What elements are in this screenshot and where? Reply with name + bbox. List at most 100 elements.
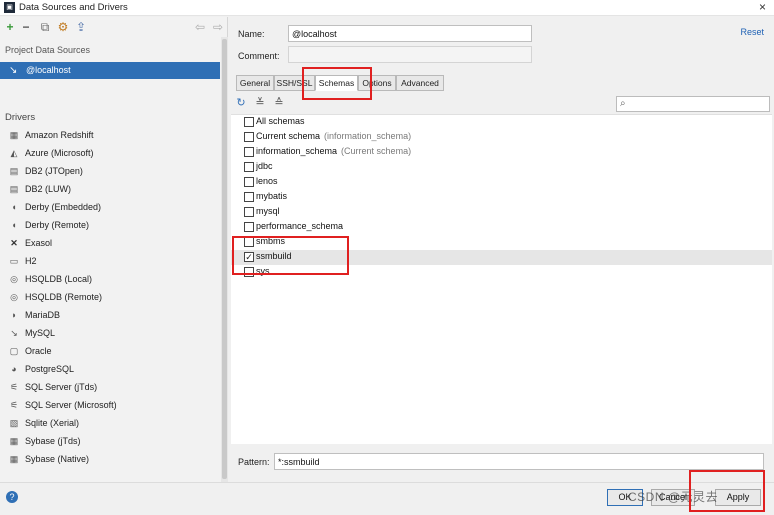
driver-label: PostgreSQL (25, 364, 75, 374)
schema-row[interactable]: mysql (231, 205, 772, 220)
schema-checkbox-checked[interactable]: ✓ (244, 252, 254, 262)
schema-checkbox[interactable] (244, 207, 254, 217)
schema-checkbox[interactable] (244, 132, 254, 142)
title-bar: ▣ Data Sources and Drivers × (0, 0, 774, 16)
duplicate-icon[interactable]: ⧉ (38, 20, 52, 34)
collapse-all-icon[interactable]: ≙ (273, 97, 285, 109)
remove-icon[interactable]: − (19, 20, 33, 34)
driver-item[interactable]: ◎ HSQLDB (Local) (0, 271, 220, 289)
schema-row-selected[interactable]: ✓ ssmbuild (231, 250, 772, 265)
schema-name-wrap: information_schema (Current schema) (256, 146, 411, 156)
driver-item[interactable]: ◕ PostgreSQL (0, 361, 220, 379)
watermark-text: CSDN @元灵去 (628, 490, 719, 504)
name-label: Name: (238, 29, 265, 39)
schema-checkbox[interactable] (244, 147, 254, 157)
driver-label: SQL Server (Microsoft) (25, 400, 117, 410)
driver-item[interactable]: ◭ Azure (Microsoft) (0, 145, 220, 163)
data-source-label: @localhost (26, 65, 71, 75)
driver-item[interactable]: ▤ DB2 (LUW) (0, 181, 220, 199)
pattern-field[interactable] (274, 453, 764, 470)
help-icon[interactable]: ? (6, 491, 18, 503)
schema-checkbox[interactable] (244, 222, 254, 232)
schema-row[interactable]: mybatis (231, 190, 772, 205)
left-scrollbar[interactable] (221, 37, 228, 482)
postgresql-icon: ◕ (11, 364, 17, 374)
forward-icon[interactable]: ⇨ (211, 20, 225, 34)
schema-checkbox[interactable] (244, 237, 254, 247)
schema-checkbox[interactable] (244, 117, 254, 127)
driver-label: MySQL (25, 328, 56, 338)
reset-link[interactable]: Reset (740, 27, 764, 37)
schema-row[interactable]: Current schema (information_schema) (231, 130, 772, 145)
schema-row[interactable]: performance_schema (231, 220, 772, 235)
comment-label: Comment: (238, 51, 280, 61)
sybase-icon: ▦ (9, 454, 19, 464)
schema-checkbox[interactable] (244, 267, 254, 277)
driver-settings-icon[interactable]: ⚙ (56, 20, 70, 34)
driver-item[interactable]: ▧ Sqlite (Xerial) (0, 415, 220, 433)
tab-schemas[interactable]: Schemas (315, 75, 358, 91)
driver-label: Sybase (Native) (25, 454, 90, 464)
driver-item[interactable]: ▤ DB2 (JTOpen) (0, 163, 220, 181)
search-icon: ⌕ (620, 98, 626, 109)
apply-button[interactable]: Apply (715, 489, 761, 506)
schema-list: All schemas Current schema (information_s… (231, 114, 772, 444)
driver-item[interactable]: ⚟ SQL Server (jTds) (0, 379, 220, 397)
name-field[interactable] (288, 25, 532, 42)
schema-row[interactable]: jdbc (231, 160, 772, 175)
schema-row[interactable]: All schemas (231, 115, 772, 130)
derby-icon: ◖ (11, 202, 17, 212)
schema-name: All schemas (256, 116, 305, 126)
driver-label: HSQLDB (Local) (25, 274, 93, 284)
driver-item[interactable]: ◖ Derby (Embedded) (0, 199, 220, 217)
driver-item[interactable]: ⚟ SQL Server (Microsoft) (0, 397, 220, 415)
schema-checkbox[interactable] (244, 177, 254, 187)
close-icon[interactable]: × (759, 0, 766, 14)
comment-field[interactable] (288, 46, 532, 63)
tab-ssh-ssl[interactable]: SSH/SSL (274, 75, 315, 91)
driver-item[interactable]: ▦ Sybase (Native) (0, 451, 220, 469)
driver-label: H2 (25, 256, 37, 266)
schema-checkbox[interactable] (244, 162, 254, 172)
schema-name: performance_schema (256, 221, 344, 231)
driver-item[interactable]: ▭ H2 (0, 253, 220, 271)
driver-item[interactable]: ▦ Sybase (jTds) (0, 433, 220, 451)
driver-item[interactable]: ▦ Amazon Redshift (0, 127, 220, 145)
project-data-sources-label: Project Data Sources (5, 45, 91, 55)
driver-item[interactable]: ↘ MySQL (0, 325, 220, 343)
driver-label: HSQLDB (Remote) (25, 292, 103, 302)
driver-label: Amazon Redshift (25, 130, 94, 140)
back-icon[interactable]: ⇦ (193, 20, 207, 34)
schema-row[interactable]: information_schema (Current schema) (231, 145, 772, 160)
mysql-icon: ↘ (10, 328, 18, 338)
hsqldb-icon: ◎ (10, 292, 18, 302)
expand-all-icon[interactable]: ≚ (254, 97, 266, 109)
sybase-icon: ▦ (9, 436, 19, 446)
mysql-icon: ↘ (9, 65, 18, 76)
exasol-icon: ✕ (10, 238, 18, 248)
schema-name: ssmbuild (256, 251, 292, 261)
driver-item[interactable]: ✕ Exasol (0, 235, 220, 253)
schema-row[interactable]: lenos (231, 175, 772, 190)
driver-item[interactable]: ◖ Derby (Remote) (0, 217, 220, 235)
schema-search-input[interactable]: ⌕ (616, 96, 770, 112)
schema-checkbox[interactable] (244, 192, 254, 202)
driver-item[interactable]: ▢ Oracle (0, 343, 220, 361)
add-icon[interactable]: + (3, 20, 17, 34)
db2-icon: ▤ (9, 184, 19, 194)
left-panel: + − ⧉ ⚙ ⇪ ⇦ ⇨ Project Data Sources ↘ @lo… (0, 17, 228, 482)
data-source-localhost[interactable]: ↘ @localhost (0, 62, 220, 79)
schema-row[interactable]: sys (231, 265, 772, 280)
h2-icon: ▭ (9, 256, 19, 266)
refresh-icon[interactable]: ↻ (235, 97, 247, 109)
driver-item[interactable]: ◗ MariaDB (0, 307, 220, 325)
tab-advanced[interactable]: Advanced (396, 75, 444, 91)
scrollbar-thumb[interactable] (222, 39, 227, 479)
driver-item[interactable]: ◎ HSQLDB (Remote) (0, 289, 220, 307)
tab-options[interactable]: Options (358, 75, 396, 91)
schema-name: mysql (256, 206, 280, 216)
tab-general[interactable]: General (236, 75, 274, 91)
bottom-bar: ? OK Cancel Apply CSDN @元灵去 (0, 482, 774, 515)
make-global-icon[interactable]: ⇪ (74, 20, 88, 34)
schema-row[interactable]: smbms (231, 235, 772, 250)
